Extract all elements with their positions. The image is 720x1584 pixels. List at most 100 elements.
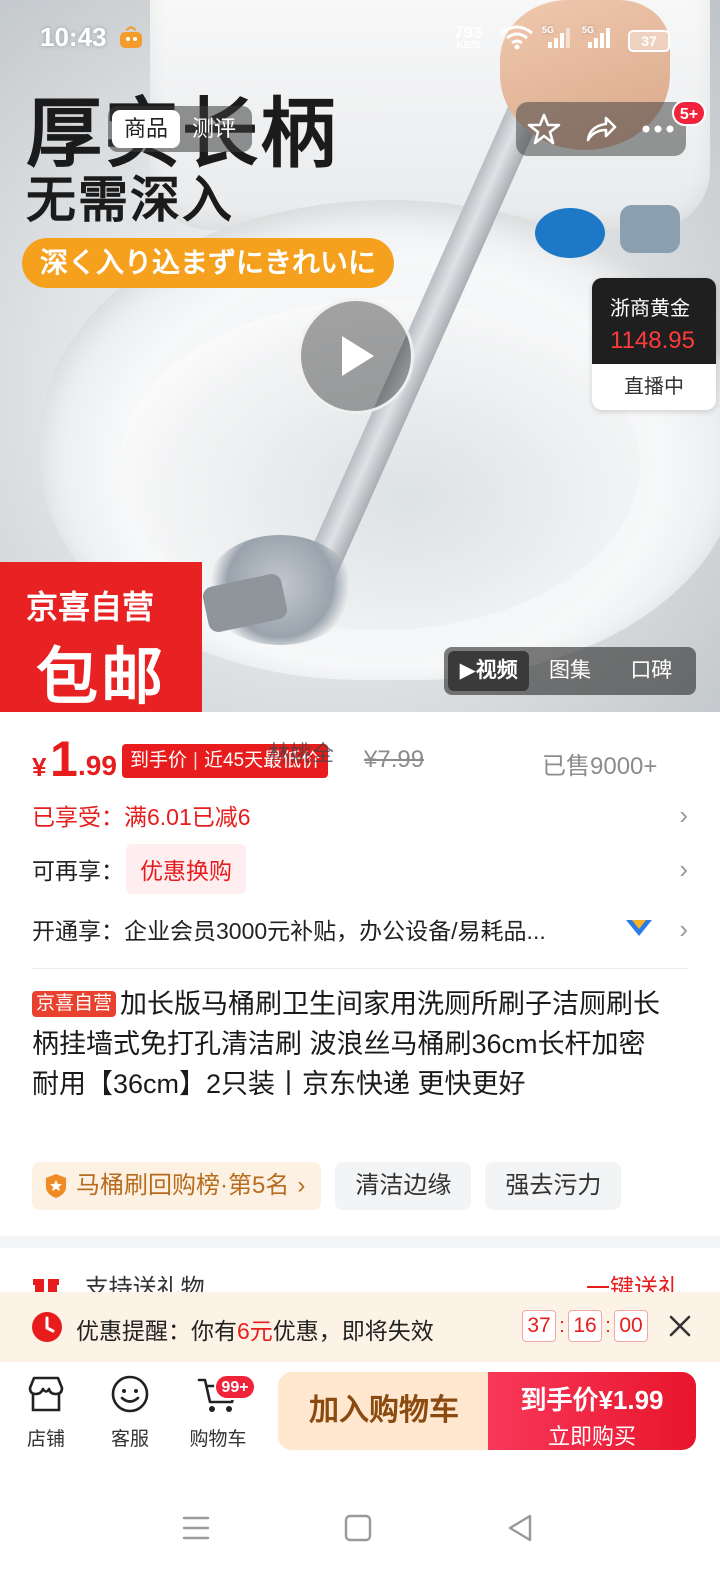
benefit-row-more[interactable]: 可再享： 优惠换购 › [32, 844, 688, 894]
product-title-text: 加长版马桶刷卫生间家用洗厕所刷子洁厕刷长柄挂墙式免打孔清洁刷 波浪丝马桶刷36c… [32, 989, 661, 1099]
promo-line-1: 京喜自营 [26, 589, 155, 625]
shop-label: 店铺 [26, 1429, 65, 1450]
close-reminder-button[interactable] [664, 1310, 696, 1342]
product-detail-page: 厚实长柄 无需深入 深く入り込まずにきれいに 京喜自营 包邮 ▶视频 图集 口碑… [0, 0, 720, 1584]
one-click-gift[interactable]: 一键送礼 [586, 1268, 682, 1294]
live-card-name: 浙商黄金 [610, 298, 690, 320]
countdown-timer: 37 : 16 : 00 [522, 1310, 648, 1342]
overlay-ghost-text: 林姚全 [268, 741, 335, 766]
svg-text:5G: 5G [582, 25, 594, 35]
tag-chip-2[interactable]: 强去污力 [485, 1162, 622, 1210]
timer-colon: : [559, 1314, 565, 1337]
store-icon [24, 1372, 68, 1416]
alarm-clock-icon [32, 1312, 62, 1342]
section-gap [0, 1236, 720, 1248]
seat-hinge-gray-image [620, 205, 680, 253]
play-icon [342, 336, 374, 376]
self-operated-tag: 京喜自营 [32, 991, 117, 1017]
play-video-button[interactable] [298, 298, 414, 414]
benefit-membership-label: 开通享： [32, 918, 124, 944]
wifi-icon [500, 24, 534, 56]
price-decimal: .99 [78, 750, 117, 781]
top-tabs: 商品 测评 [108, 106, 253, 152]
svg-text:5G: 5G [542, 25, 554, 35]
chat-smile-icon [108, 1372, 152, 1416]
benefit-row-applied[interactable]: 已享受： 满6.01已减6 › [32, 792, 688, 838]
coupon-reminder-banner[interactable]: 优惠提醒：你有6元优惠，即将失效 37 : 16 : 00 [0, 1292, 720, 1362]
live-stream-card[interactable]: 浙商黄金 1148.95 直播中 [592, 278, 716, 410]
app-notification-icon [118, 25, 146, 58]
timer-hours: 37 [522, 1310, 556, 1342]
tab-review[interactable]: 测评 [180, 110, 248, 148]
original-price: ¥7.99 [364, 746, 425, 773]
sold-count: 已售9000+ [542, 753, 658, 780]
service-label: 客服 [110, 1429, 149, 1450]
hero-headline-2: 无需深入 [26, 172, 234, 228]
live-card-top: 浙商黄金 1148.95 [592, 278, 716, 364]
signal-5g-icon-1: 5G [542, 24, 574, 56]
buy-now-button[interactable]: 到手价¥1.99 立即购买 [488, 1372, 696, 1450]
tag-chip-1[interactable]: 清洁边缘 [335, 1162, 472, 1210]
recents-menu-icon[interactable] [176, 1508, 216, 1548]
timer-minutes: 16 [568, 1310, 602, 1342]
reminder-amount: 6元 [237, 1318, 273, 1344]
buy-price-label: 到手价¥1.99 [520, 1385, 664, 1415]
benefit-membership-value: 企业会员3000元补贴，办公设备/易耗品... [124, 918, 546, 944]
hero-jp-tagline: 深く入り込まずにきれいに [22, 238, 395, 288]
net-speed: 793 KB/S [454, 24, 482, 51]
net-speed-value: 793 [454, 23, 483, 42]
signal-5g-icon-2: 5G [582, 24, 614, 56]
media-tabs: ▶视频 图集 口碑 [444, 647, 696, 695]
gift-icon [33, 1279, 59, 1294]
promo-badge: 京喜自营 包邮 [0, 562, 202, 712]
benefit-row-membership[interactable]: 开通享： 企业会员3000元补贴，办公设备/易耗品... › [32, 906, 688, 952]
exchange-deal-pill[interactable]: 优惠换购 [126, 844, 246, 894]
buy-now-label: 立即购买 [547, 1424, 636, 1449]
benefit-applied-value: 满6.01已减6 [124, 804, 251, 830]
gift-row[interactable]: 支持送礼物 一键送礼 [32, 1268, 688, 1294]
cart-count-badge: 99+ [214, 1374, 256, 1400]
more-badge: 5+ [672, 100, 706, 126]
tab-product[interactable]: 商品 [112, 110, 181, 148]
enterprise-member-icon [624, 916, 654, 946]
section-divider [32, 968, 688, 969]
price-row: ¥ 1 .99 到手价 | 近45天最低价 林姚全 ¥7.99 已售9000+ [0, 722, 720, 802]
favorite-star-icon[interactable] [522, 107, 566, 151]
add-to-cart-button[interactable]: 加入购物车 [278, 1372, 490, 1450]
media-tab-gallery[interactable]: 图集 [529, 651, 610, 691]
benefit-applied-label: 已享受： [32, 804, 124, 830]
seat-hinge-blue-image [535, 208, 605, 258]
medal-icon [46, 1174, 66, 1198]
home-square-icon[interactable] [338, 1508, 378, 1548]
reminder-prefix: 优惠提醒：你有 [76, 1318, 237, 1344]
close-icon [669, 1315, 691, 1337]
back-triangle-icon[interactable] [500, 1508, 540, 1548]
timer-colon: : [605, 1314, 611, 1337]
tag-chips: 马桶刷回购榜·第5名 › 清洁边缘 强去污力 [32, 1162, 622, 1210]
timer-seconds: 00 [614, 1310, 648, 1342]
battery-indicator: 37 [628, 30, 670, 52]
promo-line-2: 包邮 [36, 643, 167, 712]
chevron-right-icon: › [679, 854, 688, 884]
price-currency: ¥ [32, 752, 47, 782]
customer-service-button[interactable]: 客服 [90, 1372, 170, 1451]
reminder-text: 优惠提醒：你有6元优惠，即将失效 [76, 1312, 434, 1346]
cart-label: 购物车 [189, 1429, 247, 1450]
status-time: 10:43 [40, 22, 107, 52]
media-tab-reviews[interactable]: 口碑 [611, 651, 692, 691]
price-tag-left: 到手价 [130, 750, 188, 771]
live-card-price: 1148.95 [610, 327, 695, 354]
share-icon[interactable] [579, 107, 623, 151]
top-actions [516, 102, 686, 156]
product-title: 京喜自营 加长版马桶刷卫生间家用洗厕所刷子洁厕刷长柄挂墙式免打孔清洁刷 波浪丝马桶… [32, 984, 672, 1104]
media-tab-video[interactable]: ▶视频 [448, 651, 530, 691]
benefit-more-label: 可再享： [32, 858, 124, 884]
live-card-status: 直播中 [624, 376, 684, 398]
ranking-chip[interactable]: 马桶刷回购榜·第5名 › [32, 1162, 322, 1210]
status-bar: 10:43 793 KB/S 5G 5G 37 [0, 0, 720, 78]
net-speed-unit: KB/S [456, 40, 481, 51]
ranking-chip-label: 马桶刷回购榜·第5名 [76, 1172, 290, 1199]
chevron-right-icon: › [679, 914, 688, 944]
reminder-suffix: 优惠，即将失效 [272, 1318, 434, 1344]
shop-button[interactable]: 店铺 [6, 1372, 86, 1451]
